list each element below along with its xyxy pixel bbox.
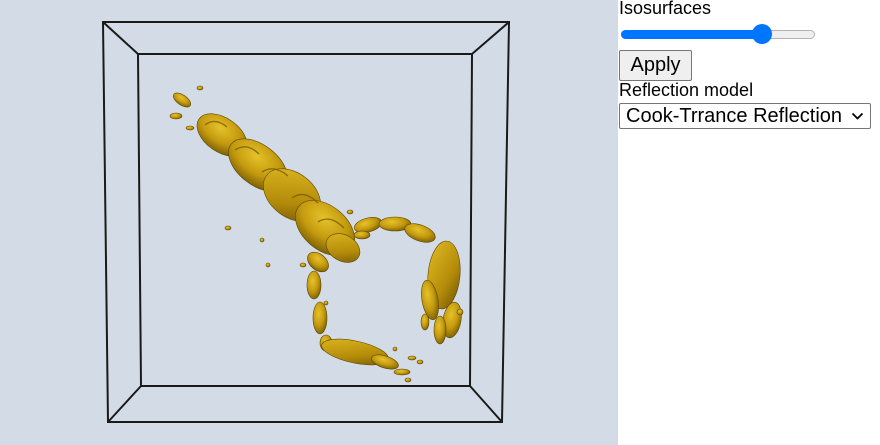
render-viewport[interactable] <box>0 0 618 445</box>
page: Isosurfaces Apply Reflection model Cook-… <box>0 0 880 445</box>
controls-panel: Isosurfaces Apply Reflection model Cook-… <box>618 0 880 445</box>
reflection-model-select[interactable]: Cook-Trrance Reflection <box>619 103 871 129</box>
isosurfaces-label: Isosurfaces <box>619 0 712 18</box>
reflection-model-label: Reflection model <box>619 80 754 100</box>
isosurface-model <box>169 85 464 383</box>
volume-render-canvas[interactable] <box>0 0 618 445</box>
slider-fill <box>621 30 762 39</box>
chevron-down-icon <box>851 112 864 120</box>
reflection-model-selected-value: Cook-Trrance Reflection <box>626 105 843 127</box>
isosurfaces-slider[interactable] <box>621 24 815 45</box>
slider-thumb[interactable] <box>752 24 772 44</box>
apply-button[interactable]: Apply <box>619 50 692 81</box>
